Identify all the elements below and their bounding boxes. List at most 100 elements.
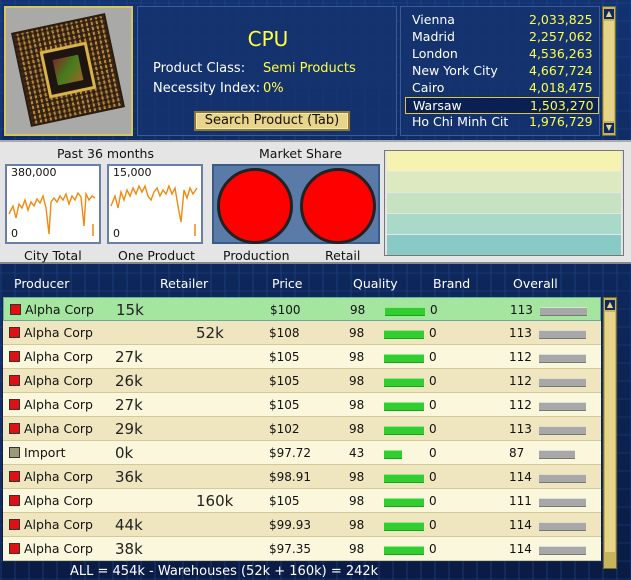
brand-value: 0 — [429, 350, 437, 364]
search-product-button[interactable]: Search Product (Tab) — [194, 111, 350, 131]
overall-bar — [540, 307, 587, 316]
retail-volume: 38k — [115, 540, 143, 558]
retail-volume: 15k — [116, 301, 144, 319]
retail-share-pie[interactable] — [300, 168, 376, 244]
city-population: 1,976,729 — [529, 114, 593, 129]
overall-value: 113 — [509, 326, 532, 340]
scroll-up-icon[interactable]: ▲ — [605, 300, 615, 310]
producer-color-icon — [10, 304, 21, 315]
product-name: CPU — [247, 27, 289, 51]
brand-value: 0 — [429, 326, 437, 340]
quality-column-header[interactable]: Quality — [353, 276, 398, 291]
scroll-thumb[interactable] — [605, 312, 615, 552]
price: $97.72 — [269, 446, 311, 460]
producer-name: Import — [24, 445, 66, 460]
overall-bar — [539, 426, 586, 435]
cpu-chip-icon — [11, 13, 125, 127]
retail-volume: 27k — [115, 396, 143, 414]
overall-bar — [539, 474, 586, 483]
overall-value: 111 — [509, 494, 532, 508]
table-row[interactable]: Alpha Corp 160k $105 98 0 111 — [3, 489, 601, 513]
one-product-chart[interactable]: 15,000 0 — [107, 164, 203, 244]
production-share-pie[interactable] — [217, 168, 293, 244]
price: $105 — [269, 494, 300, 508]
retail-volume: 27k — [115, 348, 143, 366]
price: $98.91 — [269, 470, 311, 484]
city-list-scrollbar[interactable]: ▲ ▼ — [602, 6, 616, 136]
producer-color-icon — [9, 375, 20, 386]
quality-bar — [384, 450, 402, 459]
quality-value: 98 — [349, 470, 365, 484]
producer-column-header[interactable]: Producer — [14, 276, 69, 291]
market-share-title: Market Share — [259, 146, 343, 161]
quality-bar — [384, 402, 424, 411]
market-share-panel — [212, 164, 380, 244]
quality-value: 43 — [349, 446, 365, 460]
product-image — [4, 6, 133, 136]
brand-value: 0 — [429, 494, 437, 508]
table-row[interactable]: Alpha Corp 29k $102 98 0 113 — [3, 417, 601, 441]
producer-color-icon — [9, 543, 20, 554]
producer-color-icon — [9, 351, 20, 362]
quality-value: 98 — [349, 350, 365, 364]
table-row[interactable]: Alpha Corp 26k $105 98 0 112 — [3, 369, 601, 393]
brand-column-header[interactable]: Brand — [433, 276, 470, 291]
table-row[interactable]: Alpha Corp 44k $99.93 98 0 114 — [3, 513, 601, 537]
overall-value: 113 — [510, 303, 533, 317]
one-product-max: 15,000 — [113, 166, 152, 179]
table-row[interactable]: Import 0k $97.72 43 0 87 — [3, 441, 601, 465]
quality-bar — [384, 378, 424, 387]
quality-bar — [384, 426, 424, 435]
city-total-chart[interactable]: 380,000 0 — [5, 164, 101, 244]
city-row[interactable]: Ho Chi Minh Cit 1,976,729 — [405, 114, 599, 131]
city-population: 4,536,263 — [529, 46, 593, 61]
table-row[interactable]: Alpha Corp 52k $108 98 0 113 — [3, 321, 601, 345]
quality-bar — [384, 474, 424, 483]
scroll-up-icon[interactable]: ▲ — [604, 9, 614, 19]
overall-value: 112 — [509, 374, 532, 388]
city-row[interactable]: Warsaw 1,503,270 — [405, 97, 599, 114]
table-row[interactable]: Alpha Corp 36k $98.91 98 0 114 — [3, 465, 601, 489]
city-row[interactable]: Vienna 2,033,825 — [405, 12, 599, 29]
overall-bar — [539, 354, 586, 363]
quality-value: 98 — [349, 518, 365, 532]
price-column-header[interactable]: Price — [272, 276, 303, 291]
table-header: Producer Retailer Price Quality Brand Ov… — [0, 274, 631, 294]
table-row[interactable]: Alpha Corp 15k $100 98 0 113 — [3, 297, 601, 321]
city-row[interactable]: New York City 4,667,724 — [405, 63, 599, 80]
city-population: 2,033,825 — [529, 12, 593, 27]
city-population: 4,667,724 — [529, 63, 593, 78]
table-row[interactable]: Alpha Corp 27k $105 98 0 112 — [3, 393, 601, 417]
overall-bar — [539, 546, 586, 555]
table-row[interactable]: Alpha Corp 38k $97.35 98 0 114 — [3, 537, 601, 561]
product-header: CPU Product Class: Semi Products Necessi… — [0, 0, 631, 140]
brand-value: 0 — [429, 518, 437, 532]
producer-color-icon — [9, 495, 20, 506]
quality-bar — [385, 307, 425, 316]
scroll-thumb[interactable] — [604, 21, 614, 121]
producer-name: Alpha Corp — [24, 493, 93, 508]
producer-name: Alpha Corp — [25, 302, 94, 317]
retail-volume: 36k — [115, 468, 143, 486]
overall-bar — [539, 378, 586, 387]
city-name: London — [412, 46, 458, 61]
product-info-panel: CPU Product Class: Semi Products Necessi… — [137, 6, 397, 136]
city-list: Vienna 2,033,825 Madrid 2,257,062 London 4,53… — [400, 6, 600, 136]
city-row[interactable]: Cairo 4,018,475 — [405, 80, 599, 97]
city-row[interactable]: London 4,536,263 — [405, 46, 599, 63]
scroll-down-icon[interactable]: ▼ — [604, 123, 614, 133]
city-population: 4,018,475 — [529, 80, 593, 95]
retailer-column-header[interactable]: Retailer — [160, 276, 208, 291]
producer-color-icon — [9, 327, 20, 338]
city-name: Warsaw — [413, 98, 462, 113]
retail-volume: 29k — [115, 420, 143, 438]
table-scrollbar[interactable]: ▲ — [603, 297, 617, 569]
product-class-label: Product Class: — [153, 61, 246, 76]
overall-column-header[interactable]: Overall — [513, 276, 558, 291]
quality-value: 98 — [349, 542, 365, 556]
city-population: 2,257,062 — [529, 29, 593, 44]
city-row[interactable]: Madrid 2,257,062 — [405, 29, 599, 46]
brand-value: 0 — [429, 422, 437, 436]
retail-volume: 44k — [115, 516, 143, 534]
table-row[interactable]: Alpha Corp 27k $105 98 0 112 — [3, 345, 601, 369]
